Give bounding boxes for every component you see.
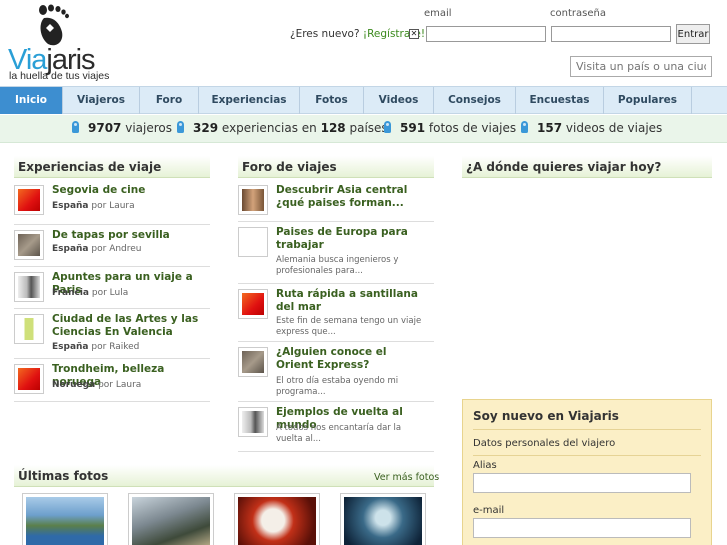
- ultimas-fotos-heading: Últimas fotos: [14, 465, 434, 487]
- thumbnail: [14, 364, 44, 394]
- email-field[interactable]: [426, 26, 546, 42]
- nav-videos[interactable]: Videos: [364, 87, 434, 114]
- item-title[interactable]: ¿Alguien conoce el Orient Express?: [276, 346, 426, 372]
- photo-thumbnail[interactable]: [340, 493, 426, 545]
- nav-consejos[interactable]: Consejos: [434, 87, 516, 114]
- item-meta: España por Laura: [52, 201, 135, 211]
- password-field[interactable]: [551, 26, 671, 42]
- divider: [473, 455, 701, 456]
- item-meta: España por Raiked: [52, 342, 140, 352]
- forum-item[interactable]: Ruta rápida a santillana del mar Este fi…: [238, 284, 434, 342]
- thumbnail: [238, 227, 268, 257]
- nav-fotos[interactable]: Fotos: [300, 87, 364, 114]
- nav-experiencias[interactable]: Experiencias: [199, 87, 300, 114]
- experiencias-heading: Experiencias de viaje: [14, 156, 210, 178]
- item-meta: Noruega por Laura: [52, 380, 142, 390]
- nav-inicio[interactable]: Inicio: [0, 87, 63, 114]
- stat-experiencias: 329 experiencias en 128 países: [177, 121, 388, 135]
- alias-label: Alias: [473, 460, 497, 471]
- list-item[interactable]: Ciudad de las Artes y las Ciencias En Va…: [14, 309, 210, 359]
- footprint-icon: [177, 121, 184, 133]
- item-excerpt: Este fin de semana tengo un viaje expres…: [276, 316, 422, 337]
- list-item[interactable]: Trondheim, belleza noruega Noruega por L…: [14, 359, 210, 402]
- email-label: email: [424, 8, 452, 19]
- footprint-icon: [521, 121, 528, 133]
- thumbnail: [14, 314, 44, 344]
- item-title[interactable]: Paises de Europa para trabajar: [276, 226, 416, 252]
- alias-field[interactable]: [473, 473, 691, 493]
- item-title[interactable]: De tapas por sevilla: [52, 229, 170, 242]
- register-panel: Soy nuevo en Viajaris Datos personales d…: [462, 399, 712, 545]
- stats-bar: 9707 viajeros 329 experiencias en 128 pa…: [0, 115, 727, 143]
- logo-tagline: la huella de tus viajes: [9, 70, 110, 82]
- list-item[interactable]: Segovia de cine España por Laura: [14, 180, 210, 225]
- item-excerpt: El otro día estaba oyendo mi programa...: [276, 376, 399, 397]
- item-title[interactable]: Descubrir Asia central ¿qué paises forma…: [276, 184, 426, 210]
- nav-foro[interactable]: Foro: [140, 87, 199, 114]
- thumbnail: [238, 347, 268, 377]
- thumbnail: [238, 407, 268, 437]
- ver-mas-fotos-link[interactable]: Ver más fotos: [374, 472, 439, 483]
- photo-thumbnail[interactable]: [22, 493, 108, 545]
- register-title: Soy nuevo en Viajaris: [473, 409, 619, 423]
- main-nav: Inicio Viajeros Foro Experiencias Fotos …: [0, 86, 727, 114]
- nav-encuestas[interactable]: Encuestas: [516, 87, 604, 114]
- logo[interactable]: Viajaris la huella de tus viajes: [8, 4, 118, 82]
- close-icon[interactable]: ✕: [409, 29, 419, 39]
- forum-item[interactable]: Ejemplos de vuelta al mundo A todos nos …: [238, 402, 434, 452]
- item-meta: Francia por Lula: [52, 288, 129, 298]
- photo-thumbnail[interactable]: [128, 493, 214, 545]
- stat-videos: 157 videos de viajes: [521, 121, 662, 135]
- register-prompt: ¿Eres nuevo? ¡Regístrate!: [290, 28, 425, 40]
- register-email-field[interactable]: [473, 518, 691, 538]
- password-label: contraseña: [550, 8, 606, 19]
- item-title[interactable]: Ruta rápida a santillana del mar: [276, 288, 426, 314]
- thumbnail: [238, 289, 268, 319]
- forum-item[interactable]: Paises de Europa para trabajar Alemania …: [238, 222, 434, 284]
- thumbnail: [14, 185, 44, 215]
- nuevo-text: ¿Eres nuevo?: [290, 28, 360, 40]
- nav-viajeros[interactable]: Viajeros: [63, 87, 140, 114]
- stat-viajeros: 9707 viajeros: [72, 121, 172, 135]
- thumbnail: [238, 185, 268, 215]
- foro-heading: Foro de viajes: [238, 156, 434, 178]
- forum-item[interactable]: ¿Alguien conoce el Orient Express? El ot…: [238, 342, 434, 402]
- photo-thumbnail[interactable]: [234, 493, 320, 545]
- register-subtitle: Datos personales del viajero: [473, 438, 616, 449]
- login-button[interactable]: Entrar: [676, 24, 710, 44]
- search-input[interactable]: [570, 56, 712, 77]
- email-label: e-mail: [473, 505, 505, 516]
- footprint-icon: [384, 121, 391, 133]
- thumbnail: [14, 230, 44, 260]
- list-item[interactable]: De tapas por sevilla España por Andreu: [14, 225, 210, 267]
- footprint-icon: [72, 121, 79, 133]
- destino-heading: ¿A dónde quieres viajar hoy?: [462, 156, 712, 178]
- divider: [473, 429, 701, 430]
- forum-item[interactable]: Descubrir Asia central ¿qué paises forma…: [238, 180, 434, 222]
- item-title[interactable]: Segovia de cine: [52, 184, 145, 197]
- item-excerpt: A todos nos encantaría dar la vuelta al.…: [276, 423, 402, 444]
- list-item[interactable]: Apuntes para un viaje a Paris Francia po…: [14, 267, 210, 309]
- thumbnail: [14, 272, 44, 302]
- stat-fotos: 591 fotos de viajes: [384, 121, 516, 135]
- item-excerpt: Alemania busca ingenieros y profesionale…: [276, 255, 399, 276]
- nav-populares[interactable]: Populares: [604, 87, 692, 114]
- footprint-icon: [39, 4, 69, 46]
- item-title[interactable]: Ciudad de las Artes y las Ciencias En Va…: [52, 313, 202, 339]
- item-meta: España por Andreu: [52, 244, 142, 254]
